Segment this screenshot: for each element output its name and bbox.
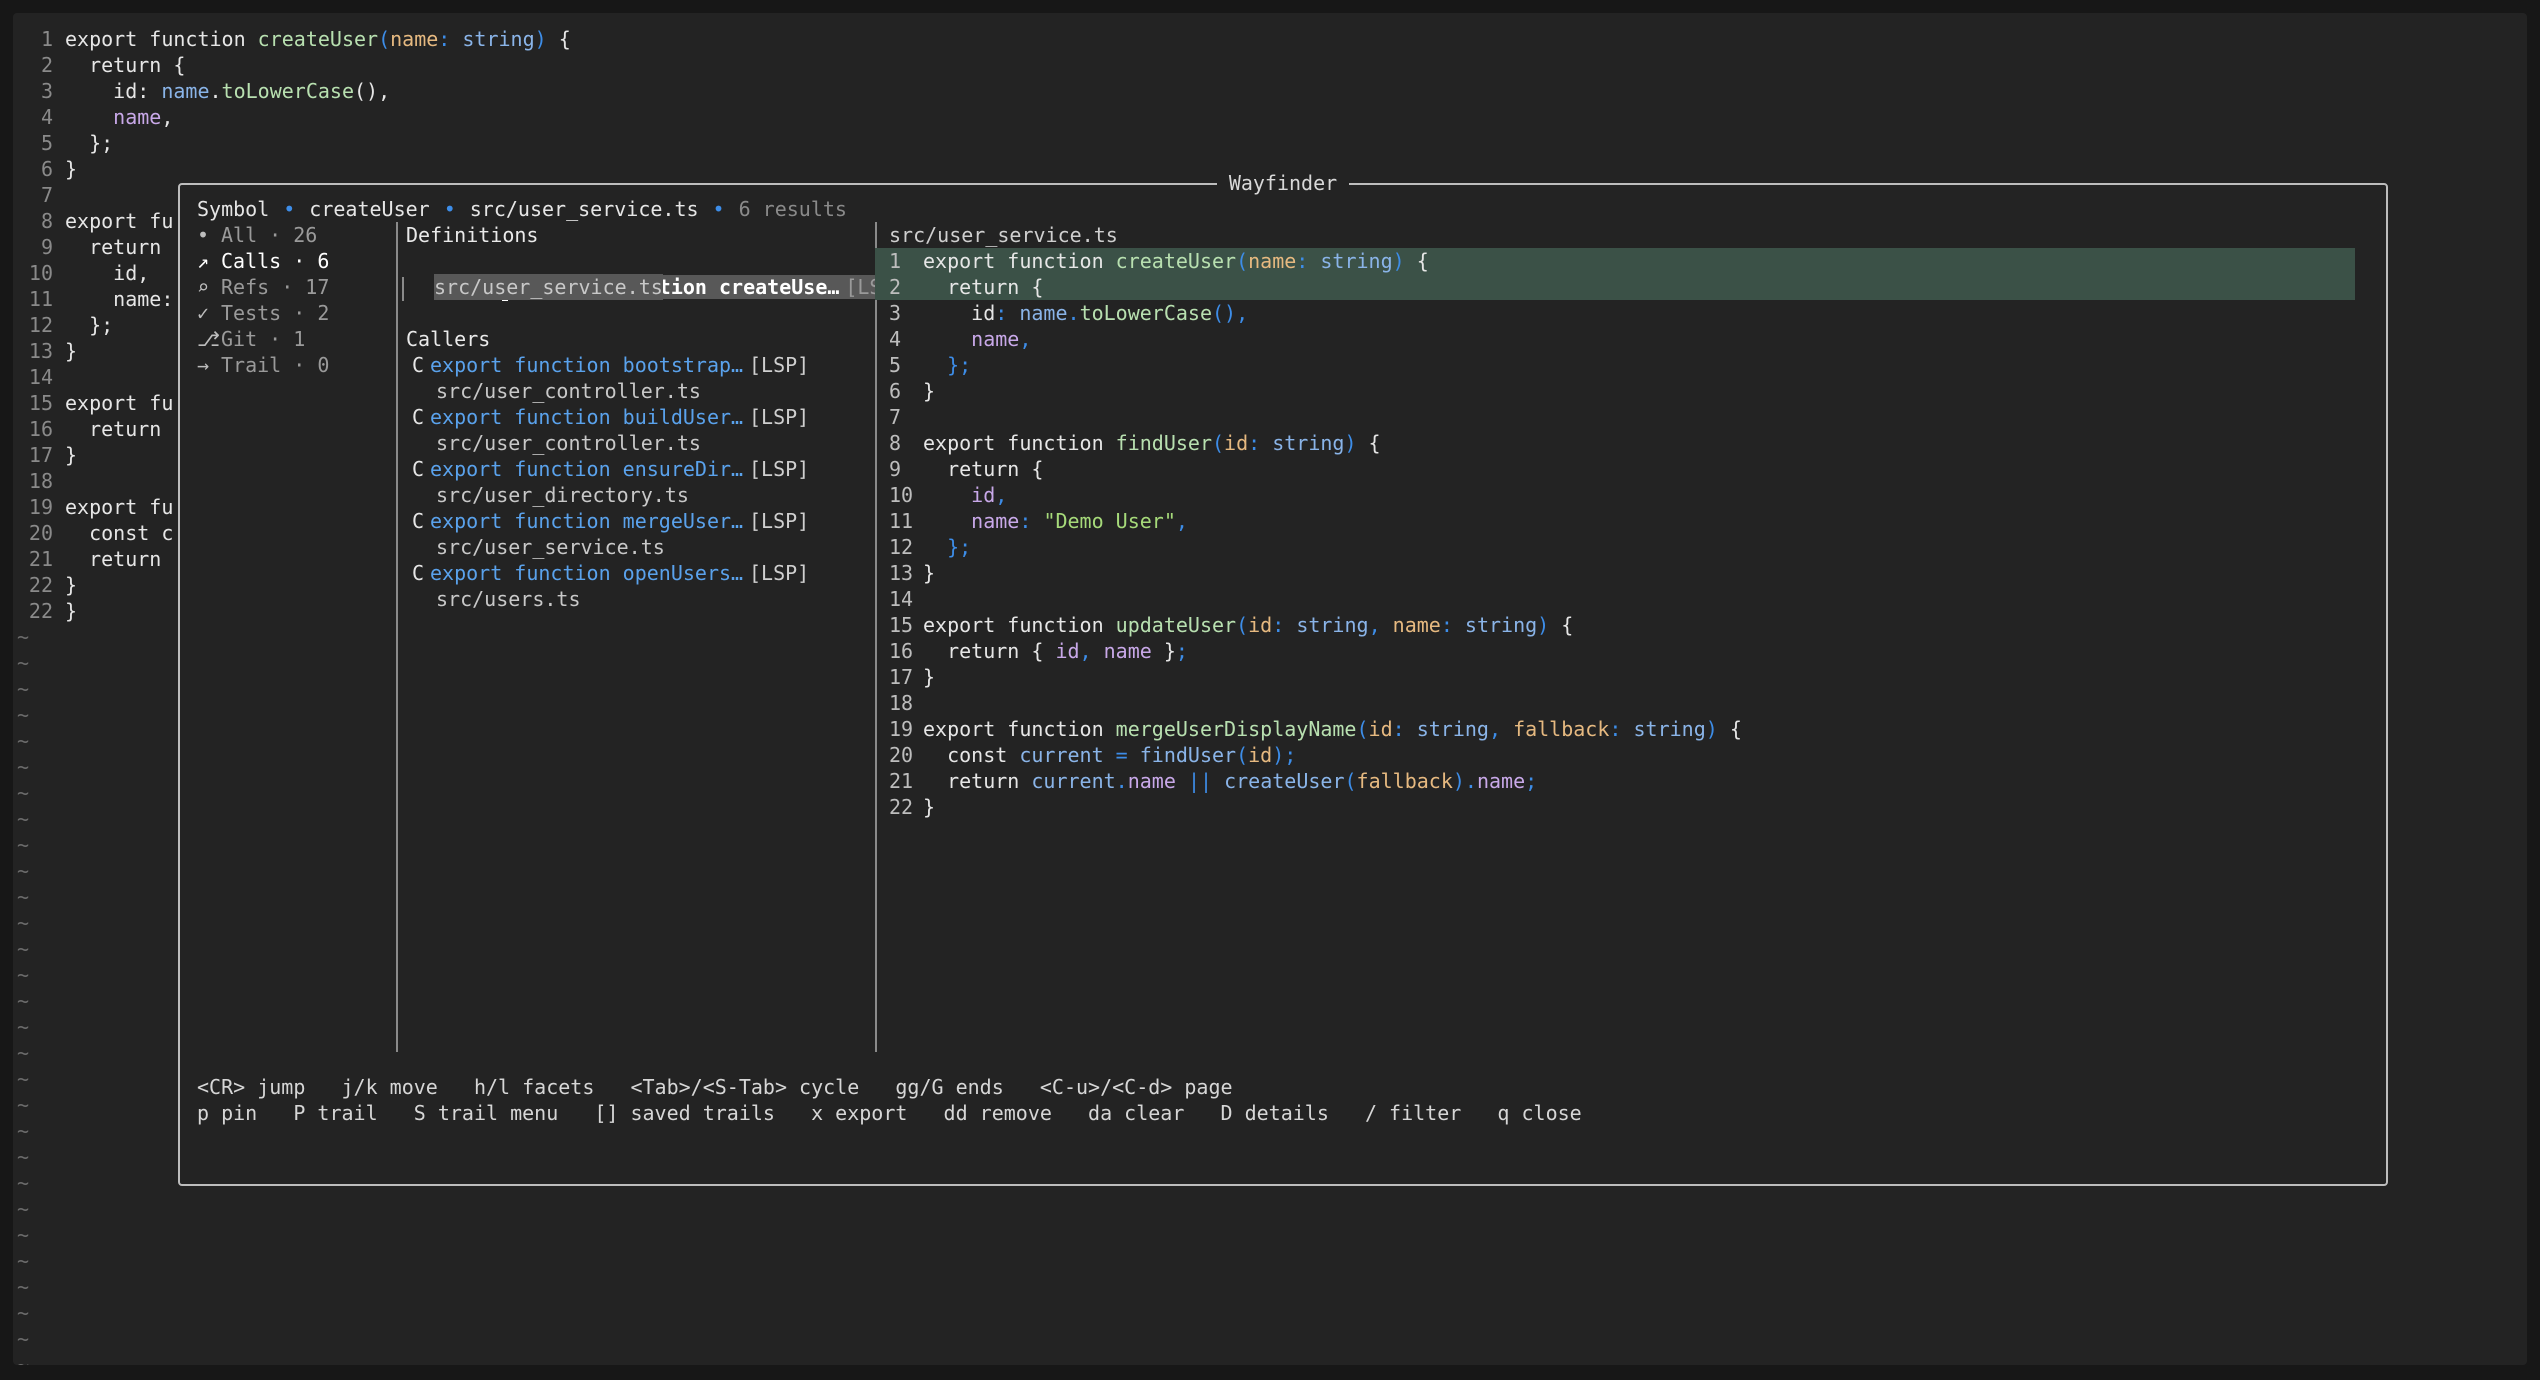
preview-line: 10 id,: [889, 483, 1008, 507]
definitions-heading: Definitions: [406, 223, 539, 247]
facet-tests[interactable]: ✓ Tests · 2: [197, 300, 387, 326]
result-item[interactable]: Cexport function ensureDir… [LSP]: [400, 456, 840, 482]
facet-list: • All · 26 ↗ Calls · 6 ⌕ Refs · 17 ✓ Tests ·…: [197, 222, 387, 378]
empty-line-marker: ~: [17, 1353, 30, 1365]
preview-line: 20 const current = findUser(id);: [889, 743, 1297, 767]
editor-line[interactable]: 2 return {: [13, 52, 2527, 78]
result-path[interactable]: src/users.ts: [400, 586, 840, 612]
empty-line-marker: ~: [17, 1301, 30, 1325]
preview-pane[interactable]: src/user_service.ts 1 export function cre…: [875, 222, 2355, 820]
preview-line: 8 export function findUser(id: string) {: [889, 431, 1381, 455]
empty-line-marker: ~: [17, 1275, 30, 1299]
preview-line: 12 };: [889, 535, 972, 559]
editor-line[interactable]: 4 name,: [13, 104, 2527, 130]
editor-line[interactable]: 1 export function createUser(name: string…: [13, 26, 2527, 52]
arrow-up-right-icon: ↗: [197, 249, 210, 273]
preview-line: 17}: [889, 665, 936, 689]
editor-line[interactable]: 3 id: name.toLowerCase(),: [13, 78, 2527, 104]
facet-git[interactable]: ⎇Git · 1: [197, 326, 387, 352]
dot-icon: •: [197, 223, 210, 247]
facet-trail[interactable]: → Trail · 0: [197, 352, 387, 378]
preview-line: 22}: [889, 795, 936, 819]
keymap-help: <CR> jump j/k move h/l facets <Tab>/<S-T…: [197, 1074, 1582, 1126]
preview-line: 16 return { id, name };: [889, 639, 1188, 663]
facet-refs[interactable]: ⌕ Refs · 17: [197, 274, 387, 300]
header-symbol: createUser: [309, 197, 430, 221]
terminal-window: 1 export function createUser(name: string…: [13, 13, 2527, 1365]
arrow-right-icon: →: [197, 353, 210, 377]
empty-line-marker: ~: [17, 1197, 30, 1221]
callers-heading: Callers: [406, 327, 491, 351]
empty-line-marker: ~: [17, 1223, 30, 1247]
preview-line: 11 name: "Demo User",: [889, 509, 1188, 533]
result-item[interactable]: Cexport function mergeUser… [LSP]: [400, 508, 840, 534]
keymap-line-2: p pin P trail S trail menu [] saved trai…: [197, 1101, 1582, 1125]
editor-line[interactable]: 5 };: [13, 130, 2527, 156]
result-item[interactable]: Cexport function buildUser… [LSP]: [400, 404, 840, 430]
preview-line: 7: [889, 405, 902, 429]
result-item[interactable]: Cexport function openUsers… [LSP]: [400, 560, 840, 586]
check-icon: ✓: [197, 301, 210, 325]
preview-line: 2 return {: [875, 274, 2355, 300]
wayfinder-header: Symbol • createUser • src/user_service.ts • 6 …: [197, 197, 847, 221]
preview-line: 15 export function updateUser(id: string,…: [889, 613, 1574, 637]
preview-line: 13}: [889, 561, 936, 585]
keymap-line-1: <CR> jump j/k move h/l facets <Tab>/<S-T…: [197, 1075, 1233, 1099]
preview-line: 3 id: name.toLowerCase(),: [889, 301, 1249, 325]
result-path[interactable]: src/user_directory.ts: [400, 482, 840, 508]
preview-line: 5 };: [889, 353, 972, 377]
result-item-selected[interactable]: Dexport function createUse…[LSP]: [400, 248, 906, 301]
search-icon: ⌕: [197, 275, 210, 299]
result-path[interactable]: src/user_service.ts: [400, 534, 840, 560]
header-result-count: 6 results: [738, 197, 847, 221]
result-item[interactable]: Cexport function bootstrap… [LSP]: [400, 352, 840, 378]
results-list[interactable]: Definitions Dexport function createUse…[…: [400, 222, 906, 612]
header-file: src/user_service.ts: [469, 197, 699, 221]
facet-calls[interactable]: ↗ Calls · 6: [197, 248, 387, 274]
empty-line-marker: ~: [17, 1249, 30, 1273]
empty-line-marker: ~: [17, 1327, 30, 1351]
result-path[interactable]: src/user_controller.ts: [400, 430, 840, 456]
facet-divider: [396, 222, 398, 1052]
preview-line: 19 export function mergeUserDisplayName(i…: [889, 717, 1742, 741]
preview-line: 1 export function createUser(name: string…: [875, 248, 2355, 274]
preview-line: 9 return {: [889, 457, 1044, 481]
result-path[interactable]: src/user_controller.ts: [400, 378, 840, 404]
preview-line: 18: [889, 691, 914, 715]
preview-line: 21 return current.name || createUser(fal…: [889, 769, 1538, 793]
preview-line: 14: [889, 587, 914, 611]
wayfinder-window: Wayfinder Symbol • createUser • src/user_ser…: [178, 171, 2388, 1186]
header-mode: Symbol: [197, 197, 270, 221]
preview-line: 6}: [889, 379, 936, 403]
preview-line: 4 name,: [889, 327, 1032, 351]
git-branch-icon: ⎇: [197, 327, 221, 351]
wayfinder-title: Wayfinder: [180, 170, 2386, 196]
preview-file-path: src/user_service.ts: [889, 223, 1118, 247]
facet-all[interactable]: • All · 26: [197, 222, 387, 248]
